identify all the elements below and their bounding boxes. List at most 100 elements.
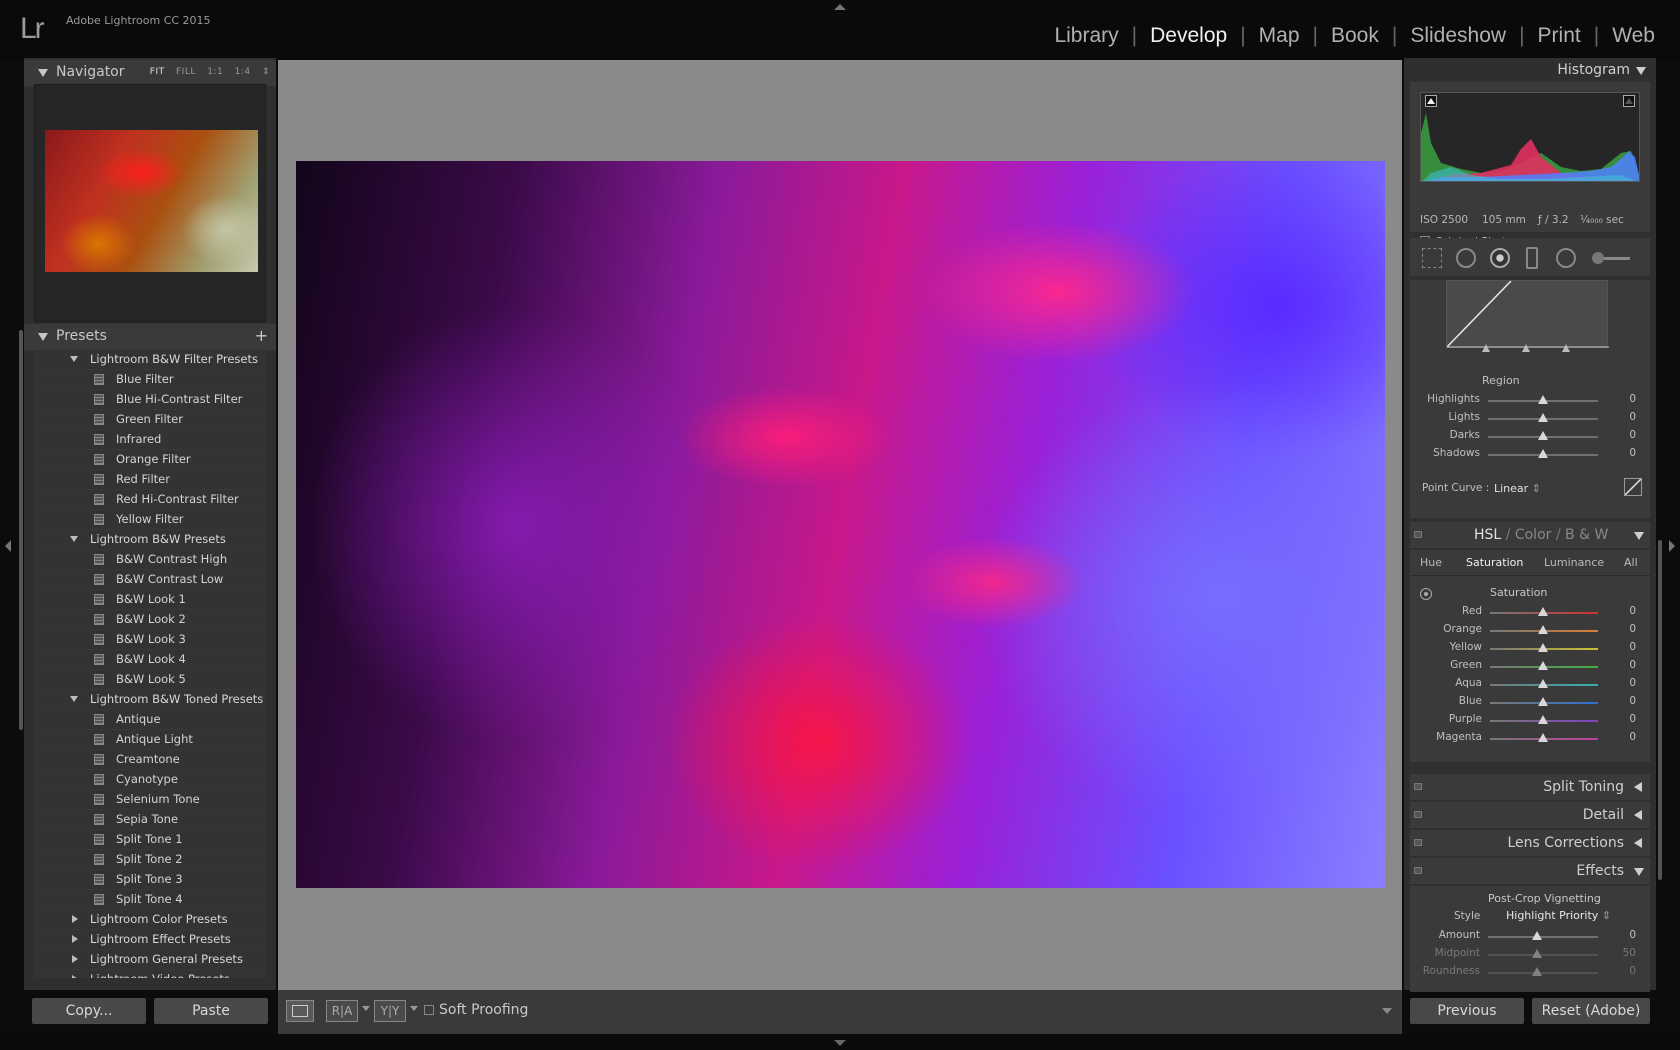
histogram-graph[interactable]	[1420, 92, 1640, 182]
module-map[interactable]: Map	[1246, 24, 1313, 48]
saturation-knob[interactable]	[1538, 625, 1548, 634]
saturation-knob[interactable]	[1538, 661, 1548, 670]
saturation-value[interactable]: 0	[1629, 623, 1636, 635]
panel-switch-icon[interactable]	[1414, 783, 1422, 790]
tone-slider-knob[interactable]	[1538, 449, 1548, 458]
effects-slider-knob[interactable]	[1532, 967, 1542, 976]
subtab-hue[interactable]: Hue	[1420, 556, 1442, 569]
toolbar-menu-icon[interactable]	[1382, 1008, 1392, 1014]
panel-header-detail[interactable]: Detail	[1410, 802, 1650, 828]
effects-slider-track[interactable]	[1488, 972, 1598, 974]
module-library[interactable]: Library	[1041, 24, 1131, 48]
paste-button[interactable]: Paste	[154, 998, 268, 1024]
reset-button[interactable]: Reset (Adobe)	[1532, 998, 1650, 1024]
preset-item[interactable]: Orange Filter	[34, 450, 266, 470]
preset-group[interactable]: Lightroom General Presets	[34, 950, 266, 970]
soft-proofing-toggle[interactable]: Soft Proofing	[424, 1002, 528, 1018]
navigator-preview[interactable]	[34, 84, 266, 322]
preset-item[interactable]: Antique	[34, 710, 266, 730]
effects-slider-value[interactable]: 0	[1629, 929, 1636, 941]
module-slideshow[interactable]: Slideshow	[1397, 24, 1519, 48]
saturation-knob[interactable]	[1538, 607, 1548, 616]
before-after-swap-button[interactable]: Y|Y	[374, 1000, 406, 1022]
panel-switch-icon[interactable]	[1414, 811, 1422, 818]
split-point-1-icon[interactable]	[1482, 344, 1490, 352]
swap-dropdown-icon[interactable]	[410, 1006, 418, 1011]
saturation-value[interactable]: 0	[1629, 695, 1636, 707]
preset-group[interactable]: Lightroom Color Presets	[34, 910, 266, 930]
graduated-filter-icon[interactable]	[1526, 247, 1538, 269]
preset-item[interactable]: B&W Contrast High	[34, 550, 266, 570]
preset-item[interactable]: B&W Look 1	[34, 590, 266, 610]
color-tab[interactable]: Color	[1515, 527, 1552, 543]
top-panel-toggle-icon[interactable]	[834, 4, 846, 10]
highlight-clipping-icon[interactable]	[1623, 95, 1635, 107]
subtab-luminance[interactable]: Luminance	[1544, 556, 1604, 569]
split-point-3-icon[interactable]	[1562, 344, 1570, 352]
preset-item[interactable]: Split Tone 3	[34, 870, 266, 890]
targeted-adjustment-icon[interactable]	[1420, 588, 1432, 600]
effects-slider-knob[interactable]	[1532, 931, 1542, 940]
panel-switch-icon[interactable]	[1414, 839, 1422, 846]
zoom-1-1[interactable]: 1:1	[207, 67, 223, 77]
effects-slider-knob[interactable]	[1532, 949, 1542, 958]
zoom-1-4[interactable]: 1:4	[235, 67, 251, 77]
hsl-header[interactable]: HSL / Color / B & W	[1410, 522, 1650, 548]
zoom-fill[interactable]: FILL	[176, 67, 196, 77]
preset-item[interactable]: Split Tone 1	[34, 830, 266, 850]
preset-item[interactable]: B&W Contrast Low	[34, 570, 266, 590]
shadow-clipping-icon[interactable]	[1425, 95, 1437, 107]
preset-group[interactable]: Lightroom Video Presets	[34, 970, 266, 978]
presets-header[interactable]: Presets +	[24, 324, 276, 350]
panel-header-split-toning[interactable]: Split Toning	[1410, 774, 1650, 800]
point-curve-select[interactable]: Linear ⇕	[1494, 482, 1541, 495]
collapsed-triangle-icon[interactable]	[72, 955, 78, 963]
tone-slider-value[interactable]: 0	[1629, 429, 1636, 441]
collapsed-triangle-icon[interactable]	[72, 935, 78, 943]
saturation-value[interactable]: 0	[1629, 605, 1636, 617]
expanded-triangle-icon[interactable]	[70, 696, 78, 702]
zoom-fit[interactable]: FIT	[150, 67, 165, 77]
preset-group[interactable]: Lightroom Effect Presets	[34, 930, 266, 950]
expanded-triangle-icon[interactable]	[70, 356, 78, 362]
soft-proofing-checkbox[interactable]	[424, 1005, 434, 1015]
right-panel-toggle-icon[interactable]	[1669, 540, 1675, 552]
preset-item[interactable]: Red Filter	[34, 470, 266, 490]
preset-group[interactable]: Lightroom B&W Toned Presets	[34, 690, 266, 710]
add-preset-button[interactable]: +	[255, 326, 268, 345]
saturation-value[interactable]: 0	[1629, 713, 1636, 725]
preset-item[interactable]: Antique Light	[34, 730, 266, 750]
panel-switch-icon[interactable]	[1414, 867, 1422, 874]
preset-item[interactable]: Creamtone	[34, 750, 266, 770]
navigator-thumbnail[interactable]	[45, 130, 258, 272]
module-book[interactable]: Book	[1318, 24, 1392, 48]
preset-item[interactable]: Selenium Tone	[34, 790, 266, 810]
saturation-value[interactable]: 0	[1629, 641, 1636, 653]
module-web[interactable]: Web	[1599, 24, 1668, 48]
tone-slider-value[interactable]: 0	[1629, 447, 1636, 459]
panel-header-lens-corrections[interactable]: Lens Corrections	[1410, 830, 1650, 856]
curve-edit-icon[interactable]	[1624, 478, 1642, 496]
saturation-knob[interactable]	[1538, 697, 1548, 706]
panel-switch-icon[interactable]	[1414, 531, 1422, 538]
adjustment-brush-icon[interactable]	[1592, 252, 1632, 264]
tone-slider-knob[interactable]	[1538, 413, 1548, 422]
subtab-all[interactable]: All	[1624, 556, 1638, 569]
module-develop[interactable]: Develop	[1137, 24, 1240, 48]
module-print[interactable]: Print	[1525, 24, 1594, 48]
filmstrip-toggle-icon[interactable]	[834, 1040, 846, 1046]
copy-button[interactable]: Copy...	[32, 998, 146, 1024]
preset-item[interactable]: B&W Look 4	[34, 650, 266, 670]
navigator-header[interactable]: Navigator FIT FILL 1:1 1:4 ⇕	[24, 60, 276, 86]
preset-item[interactable]: Split Tone 2	[34, 850, 266, 870]
preset-group[interactable]: Lightroom B&W Filter Presets	[34, 350, 266, 370]
tone-slider-value[interactable]: 0	[1629, 411, 1636, 423]
saturation-knob[interactable]	[1538, 733, 1548, 742]
split-point-2-icon[interactable]	[1522, 344, 1530, 352]
vignette-style-select[interactable]: Highlight Priority ⇕	[1506, 909, 1611, 922]
zoom-stepper-icon[interactable]: ⇕	[262, 67, 270, 77]
preset-item[interactable]: Yellow Filter	[34, 510, 266, 530]
tone-slider-value[interactable]: 0	[1629, 393, 1636, 405]
preset-item[interactable]: Green Filter	[34, 410, 266, 430]
saturation-value[interactable]: 0	[1629, 731, 1636, 743]
